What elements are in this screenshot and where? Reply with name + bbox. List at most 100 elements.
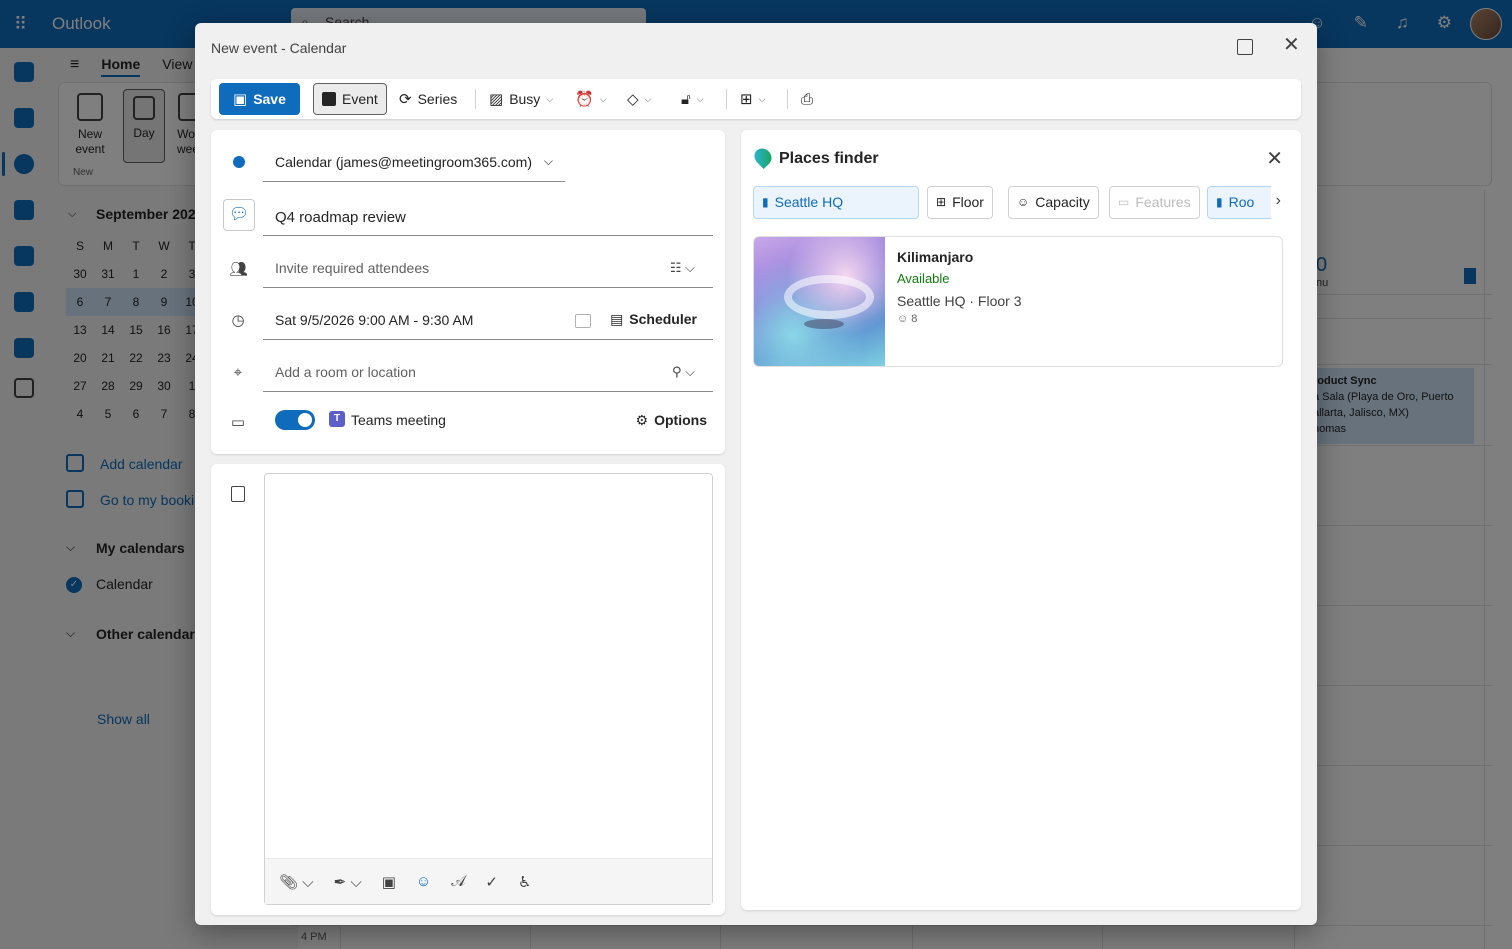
busy-status-dropdown[interactable]: ▨ Busy ⌵ [489,83,553,115]
toolbar-divider [726,89,727,109]
privacy-dropdown[interactable]: 🔓︎ ⌵ [681,83,704,115]
attach-icon[interactable]: 📎︎ ⌵ [279,873,314,891]
chip-building-label: Seattle HQ [774,194,844,210]
lock-icon: 🔓︎ [681,90,691,108]
attendees-field[interactable]: Invite required attendees ☷ ⌵ [263,252,713,288]
clock-icon: ◷ [231,312,245,329]
teams-toggle[interactable] [275,410,315,430]
room-status: Available [897,271,950,286]
scheduler-label: Scheduler [629,311,697,327]
room-location: Seattle HQ · Floor 3 [897,293,1022,309]
attendee-options-icon[interactable]: ☷ ⌵ [670,260,695,276]
features-icon: ▭ [1118,195,1130,209]
datetime-field[interactable]: Sat 9/5/2026 9:00 AM - 9:30 AM ▤ Schedule… [263,304,713,340]
event-icon [322,92,336,106]
series-label: Series [417,91,458,107]
chip-room-label: Roo [1228,194,1255,210]
options-button[interactable]: ⚙ Options [636,412,707,429]
teams-icon: T [329,411,345,427]
places-filter-chips: ▮ Seattle HQ ⊞ Floor ☺ Capacity ▭ Featur… [753,186,1271,222]
chevron-down-icon: ⌵ [599,93,607,104]
save-button[interactable]: ▣ Save [219,83,300,115]
calendar-selector[interactable]: Calendar (james@meetingroom365.com) ⌵ [263,146,565,182]
alarm-icon: ⏰ [575,91,594,108]
format-text-icon[interactable]: 𝒜 [451,873,465,890]
event-label: Event [342,91,378,107]
body-editor[interactable]: 📎︎ ⌵ ✒ ⌵ ▣ ☺ 𝒜 ✓ ♿︎ [264,473,713,905]
format-toolbar: 📎︎ ⌵ ✒ ⌵ ▣ ☺ 𝒜 ✓ ♿︎ [265,858,712,904]
calendar-icon[interactable] [575,314,591,328]
accessibility-icon[interactable]: ♿︎ [518,873,531,891]
location-placeholder: Add a room or location [275,364,416,380]
scheduler-icon: ▤ [610,311,624,327]
dialog-title: New event - Calendar [211,40,347,56]
room-capacity-value: 8 [911,313,918,325]
categorize-dropdown[interactable]: ◇ ⌵ [627,83,651,115]
location-field[interactable]: Add a room or location ⚲ ⌵ [263,356,713,392]
apps-icon: ⊞ [740,91,753,108]
chevron-down-icon: ⌵ [758,93,766,104]
chip-capacity-label: Capacity [1035,194,1090,210]
toolbar-divider [475,89,476,109]
save-icon: ▣ [233,91,248,108]
room-finder-icon[interactable]: ⚲ ⌵ [672,364,695,380]
apps-dropdown[interactable]: ⊞ ⌵ [740,83,765,115]
reminder-dropdown[interactable]: ⏰ ⌵ [575,83,607,115]
notes-icon [231,486,245,502]
chip-building[interactable]: ▮ Seattle HQ [753,186,919,219]
gear-icon: ⚙ [635,412,649,428]
event-type-button[interactable]: Event [313,83,387,115]
event-details-card: Calendar (james@meetingroom365.com) ⌵ 💬︎… [211,130,725,454]
title-field-value: Q4 roadmap review [275,209,406,226]
person-icon: ☺ [1017,195,1030,209]
signature-icon[interactable]: ✒ ⌵ [334,873,362,891]
person-icon: ☺ [897,313,912,325]
close-icon[interactable]: ✕ [1283,35,1300,55]
busy-icon: ▨ [489,91,504,108]
new-event-dialog: New event - Calendar ✕ ▣ Save Event ⟳ Se… [195,23,1317,925]
chat-icon: 💬︎ [223,199,255,231]
series-button[interactable]: ⟳ Series [399,83,457,115]
chip-floor[interactable]: ⊞ Floor [927,186,993,219]
room-capacity: ☺ 8 [897,313,917,325]
tag-icon: ◇ [627,91,639,108]
room-card[interactable]: Kilimanjaro Available Seattle HQ · Floor… [753,236,1283,367]
busy-label: Busy [509,91,541,107]
door-icon: ▮ [1216,195,1223,209]
location-icon: ⌖ [233,364,243,381]
print-button[interactable]: ⎙ [801,83,813,115]
save-label: Save [253,91,286,107]
scheduler-button[interactable]: ▤ Scheduler [610,311,697,328]
chip-features-label: Features [1135,194,1191,210]
close-icon[interactable]: ✕ [1266,146,1283,171]
chevron-down-icon: ⌵ [696,93,704,104]
room-photo-ceiling [784,275,874,319]
calendar-selector-value: Calendar (james@meetingroom365.com) [275,154,532,170]
options-label: Options [654,412,707,428]
chevron-down-icon: ⌵ [546,93,554,104]
emoji-icon[interactable]: ☺ [416,873,431,890]
room-photo [754,237,885,366]
people-icon: 👥︎ [229,261,249,278]
chip-floor-label: Floor [952,194,984,210]
image-icon[interactable]: ▣ [382,873,396,891]
video-icon: ▭ [230,414,246,431]
room-name: Kilimanjaro [897,249,974,265]
chevron-down-icon: ⌵ [543,154,553,168]
title-field[interactable]: Q4 roadmap review [263,200,713,236]
datetime-value: Sat 9/5/2026 9:00 AM - 9:30 AM [275,312,474,328]
chip-capacity[interactable]: ☺ Capacity [1008,186,1099,219]
spellcheck-icon[interactable]: ✓ [485,873,498,891]
toggle-knob [298,413,312,427]
chevron-right-icon[interactable]: › [1276,192,1281,210]
pop-out-icon[interactable] [1237,39,1253,55]
places-finder-title: Places finder [779,150,879,167]
places-finder-logo-icon [750,144,776,170]
chevron-down-icon: ⌵ [644,93,652,104]
chip-features[interactable]: ▭ Features [1109,186,1200,219]
toolbar-divider [787,89,788,109]
floor-icon: ⊞ [936,195,947,209]
event-toolbar: ▣ Save Event ⟳ Series ▨ Busy ⌵ ⏰ ⌵ ◇ ⌵ 🔓… [211,79,1301,119]
chip-room[interactable]: ▮ Roo [1207,186,1271,219]
calendar-color-dot [233,156,245,168]
